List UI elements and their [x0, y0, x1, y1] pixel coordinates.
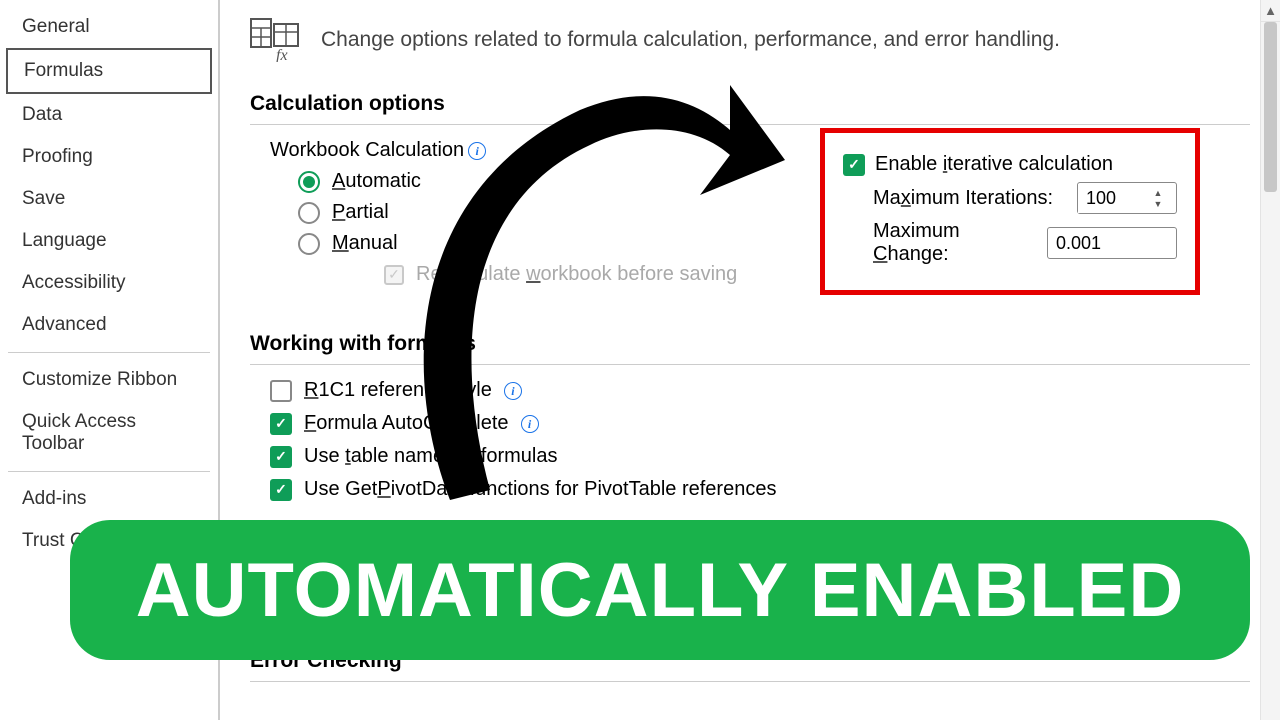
sidebar-item-quick-access-toolbar[interactable]: Quick Access Toolbar: [6, 401, 212, 465]
svg-text:fx: fx: [276, 47, 288, 62]
checkbox-icon: ✓: [270, 380, 292, 402]
checkbox-icon: ✓: [270, 413, 292, 435]
page-title: Change options related to formula calcul…: [321, 28, 1060, 52]
sidebar-item-data[interactable]: Data: [6, 94, 212, 136]
max-change-label: Maximum Change:: [873, 220, 1037, 266]
info-icon[interactable]: i: [521, 415, 539, 433]
vertical-scrollbar[interactable]: ▲: [1260, 0, 1280, 720]
section-divider: [250, 124, 1250, 125]
section-title-calculation: Calculation options: [250, 92, 1250, 116]
section-title-working-formulas: Working with formulas: [250, 332, 1250, 356]
sidebar-item-formulas[interactable]: Formulas: [6, 48, 212, 94]
scrollbar-thumb[interactable]: [1264, 22, 1277, 192]
checkbox-table-names[interactable]: ✓ Use table names in formulas: [270, 445, 1250, 468]
max-change-input[interactable]: [1047, 227, 1177, 259]
radio-icon: [298, 171, 320, 193]
max-iterations-label: Maximum Iterations:: [873, 187, 1053, 210]
sidebar-item-accessibility[interactable]: Accessibility: [6, 262, 212, 304]
max-iterations-row: Maximum Iterations: ▲▼: [843, 182, 1177, 214]
max-iterations-spinner[interactable]: ▲▼: [1077, 182, 1177, 214]
sidebar-item-customize-ribbon[interactable]: Customize Ribbon: [6, 359, 212, 401]
annotation-banner-text: AUTOMATICALLY ENABLED: [136, 547, 1184, 634]
checkbox-r1c1[interactable]: ✓ R1C1 reference style i: [270, 379, 1250, 402]
iterative-calculation-highlight-box: ✓ Enable iterative calculation Maximum I…: [820, 128, 1200, 295]
checkbox-icon: ✓: [843, 154, 865, 176]
sidebar-item-proofing[interactable]: Proofing: [6, 136, 212, 178]
annotation-banner: AUTOMATICALLY ENABLED: [70, 520, 1250, 660]
checkbox-icon: ✓: [384, 265, 404, 285]
section-divider: [250, 681, 1250, 682]
workbook-calculation-label: Workbook Calculation i: [270, 139, 737, 162]
page-header: fx Change options related to formula cal…: [250, 18, 1250, 62]
checkbox-enable-iterative[interactable]: ✓ Enable iterative calculation: [843, 153, 1177, 176]
scroll-up-arrow-icon[interactable]: ▲: [1261, 0, 1280, 22]
radio-partial[interactable]: Partial: [298, 201, 737, 224]
max-change-row: Maximum Change:: [843, 220, 1177, 266]
radio-icon: [298, 202, 320, 224]
sidebar-item-save[interactable]: Save: [6, 178, 212, 220]
checkbox-icon: ✓: [270, 446, 292, 468]
checkbox-icon: ✓: [270, 479, 292, 501]
sidebar-item-language[interactable]: Language: [6, 220, 212, 262]
sidebar-item-add-ins[interactable]: Add-ins: [6, 478, 212, 520]
sidebar-item-advanced[interactable]: Advanced: [6, 304, 212, 346]
radio-manual[interactable]: Manual: [298, 232, 737, 255]
sidebar-divider: [8, 471, 210, 472]
checkbox-formula-autocomplete[interactable]: ✓ Formula AutoComplete i: [270, 412, 1250, 435]
section-divider: [250, 364, 1250, 365]
spinner-arrows-icon[interactable]: ▲▼: [1148, 188, 1168, 209]
max-iterations-input[interactable]: [1078, 184, 1148, 213]
radio-automatic[interactable]: Automatic: [298, 170, 737, 193]
sidebar-item-general[interactable]: General: [6, 6, 212, 48]
sidebar-divider: [8, 352, 210, 353]
checkbox-recalculate-before-saving: ✓ Recalculate workbook before saving: [384, 263, 737, 286]
info-icon[interactable]: i: [504, 382, 522, 400]
formulas-icon: fx: [250, 18, 305, 62]
checkbox-getpivotdata[interactable]: ✓ Use GetPivotData functions for PivotTa…: [270, 478, 1250, 501]
info-icon[interactable]: i: [468, 142, 486, 160]
radio-icon: [298, 233, 320, 255]
